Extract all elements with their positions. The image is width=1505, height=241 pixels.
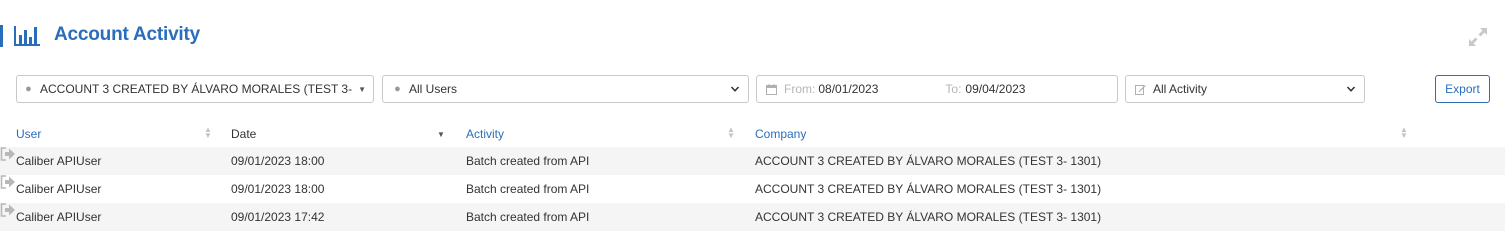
calendar-icon (766, 83, 777, 95)
export-button[interactable]: Export (1435, 75, 1490, 103)
user-icon: ● (25, 83, 32, 95)
expand-icon[interactable] (1467, 26, 1489, 48)
sort-icon[interactable]: ▲ ▼ (727, 126, 735, 140)
column-header-company[interactable]: Company (755, 127, 806, 141)
cell-activity: Batch created from API (466, 210, 590, 224)
go-to-icon[interactable] (0, 175, 16, 189)
cell-activity: Batch created from API (466, 154, 590, 168)
sort-icon[interactable]: ▲ ▼ (204, 126, 212, 140)
account-select[interactable]: ● ACCOUNT 3 CREATED BY ÁLVARO MORALES (T… (16, 75, 374, 103)
table-row: Caliber APIUser 09/01/2023 18:00 Batch c… (0, 175, 1505, 203)
date-from-value[interactable]: 08/01/2023 (818, 82, 878, 96)
cell-company: ACCOUNT 3 CREATED BY ÁLVARO MORALES (TES… (755, 154, 1102, 168)
cell-activity: Batch created from API (466, 182, 590, 196)
go-to-icon[interactable] (0, 147, 16, 161)
date-to-value[interactable]: 09/04/2023 (965, 82, 1025, 96)
cell-company: ACCOUNT 3 CREATED BY ÁLVARO MORALES (TES… (755, 182, 1102, 196)
cell-date: 09/01/2023 17:42 (231, 210, 325, 224)
user-icon: ● (394, 83, 401, 95)
caret-down-icon: ▼ (358, 84, 366, 94)
date-from-label: From: (784, 82, 816, 96)
table-row: Caliber APIUser 09/01/2023 17:42 Batch c… (0, 203, 1505, 231)
cell-user: Caliber APIUser (16, 182, 102, 196)
date-range-input[interactable]: From: 08/01/2023 To: 09/04/2023 (756, 75, 1118, 103)
cell-user: Caliber APIUser (16, 154, 102, 168)
cell-user: Caliber APIUser (16, 210, 102, 224)
column-header-user[interactable]: User (16, 127, 41, 141)
activity-select[interactable]: All Activity (1125, 75, 1365, 103)
users-select-value: All Users (409, 82, 458, 96)
edit-icon (1135, 84, 1146, 95)
title-accent-bar (0, 25, 3, 47)
sort-icon[interactable]: ▲ ▼ (1400, 126, 1408, 140)
go-to-icon[interactable] (0, 203, 16, 217)
chevron-down-icon (1346, 86, 1356, 92)
date-to-label: To: (945, 82, 962, 96)
cell-date: 09/01/2023 18:00 (231, 182, 325, 196)
sort-descending-icon[interactable]: ▼ (437, 130, 445, 139)
bar-chart-icon (14, 26, 40, 46)
column-header-date[interactable]: Date (231, 127, 256, 141)
page-title: Account Activity (54, 24, 201, 45)
account-select-value: ACCOUNT 3 CREATED BY ÁLVARO MORALES (TES… (40, 82, 355, 96)
chevron-down-icon (730, 86, 740, 92)
cell-company: ACCOUNT 3 CREATED BY ÁLVARO MORALES (TES… (755, 210, 1102, 224)
table-row: Caliber APIUser 09/01/2023 18:00 Batch c… (0, 147, 1505, 175)
column-header-activity[interactable]: Activity (466, 127, 504, 141)
cell-date: 09/01/2023 18:00 (231, 154, 325, 168)
users-select[interactable]: ● All Users (382, 75, 749, 103)
activity-select-value: All Activity (1153, 82, 1208, 96)
